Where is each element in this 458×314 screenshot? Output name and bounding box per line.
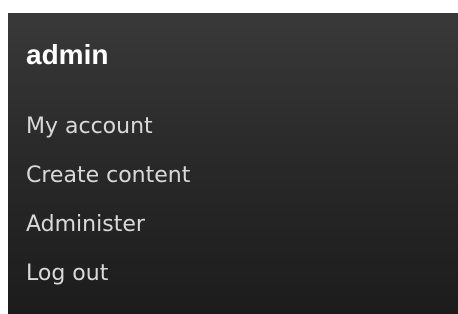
user-menu: My account Create content Administer Log… — [26, 109, 190, 305]
create-content-link[interactable]: Create content — [26, 163, 190, 188]
administer-link[interactable]: Administer — [26, 212, 145, 237]
menu-item-my-account: My account — [26, 109, 190, 158]
user-menu-block: admin My account Create content Administ… — [8, 13, 458, 314]
block-title: admin — [26, 39, 109, 70]
menu-item-log-out: Log out — [26, 256, 190, 305]
menu-item-administer: Administer — [26, 207, 190, 256]
menu-item-create-content: Create content — [26, 158, 190, 207]
log-out-link[interactable]: Log out — [26, 261, 108, 286]
my-account-link[interactable]: My account — [26, 114, 153, 139]
